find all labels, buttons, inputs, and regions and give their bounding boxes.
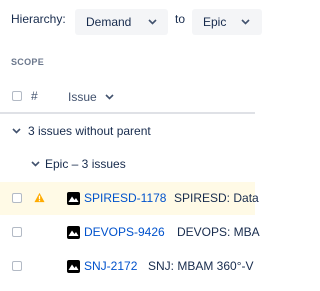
issue-row[interactable]: DEVOPS-9426 DEVOPS: MBA bbox=[0, 216, 260, 249]
issue-summary: SPIRESD: Data bbox=[174, 191, 259, 205]
issue-row[interactable]: SPIRESD-1178 SPIRESD: Data bbox=[0, 182, 259, 215]
issue-summary: SNJ: MBAM 360°-V bbox=[148, 259, 254, 273]
issue-row[interactable]: SNJ-2172 SNJ: MBAM 360°-V bbox=[0, 250, 255, 283]
issue-type-icon bbox=[67, 192, 80, 205]
chevron-down-icon bbox=[30, 159, 40, 169]
row-checkbox[interactable] bbox=[12, 261, 22, 271]
select-all-checkbox[interactable] bbox=[12, 91, 22, 101]
chevron-down-icon bbox=[11, 126, 21, 136]
group-no-parent[interactable]: 3 issues without parent bbox=[11, 124, 151, 138]
issue-summary: DEVOPS: MBA bbox=[177, 225, 260, 239]
issue-key-link[interactable]: SPIRESD-1178 bbox=[84, 191, 166, 205]
issue-type-icon bbox=[67, 226, 80, 239]
column-header-hash: # bbox=[31, 89, 38, 103]
hierarchy-to-label: to bbox=[175, 12, 186, 26]
scope-heading: SCOPE bbox=[11, 57, 45, 67]
column-header-issue-label: Issue bbox=[68, 90, 97, 104]
issue-key-link[interactable]: DEVOPS-9426 bbox=[84, 225, 165, 239]
hierarchy-to-value: Epic bbox=[203, 15, 227, 29]
issue-key-link[interactable]: SNJ-2172 bbox=[84, 259, 137, 273]
chevron-down-icon bbox=[105, 92, 115, 102]
column-header-issue[interactable]: Issue bbox=[68, 90, 115, 104]
hierarchy-label: Hierarchy: bbox=[11, 12, 66, 26]
hierarchy-to-select[interactable]: Epic bbox=[192, 9, 262, 35]
hierarchy-from-select[interactable]: Demand bbox=[75, 9, 168, 35]
issue-type-icon bbox=[67, 260, 80, 273]
row-checkbox[interactable] bbox=[12, 193, 22, 203]
header-divider bbox=[0, 112, 255, 114]
hierarchy-from-value: Demand bbox=[86, 15, 132, 29]
chevron-down-icon bbox=[240, 17, 250, 27]
chevron-down-icon bbox=[147, 17, 157, 27]
row-checkbox[interactable] bbox=[12, 227, 22, 237]
group-no-parent-label: 3 issues without parent bbox=[28, 124, 151, 138]
warning-icon bbox=[34, 192, 45, 206]
group-epic-label: Epic – 3 issues bbox=[45, 157, 126, 171]
group-epic[interactable]: Epic – 3 issues bbox=[30, 157, 126, 171]
